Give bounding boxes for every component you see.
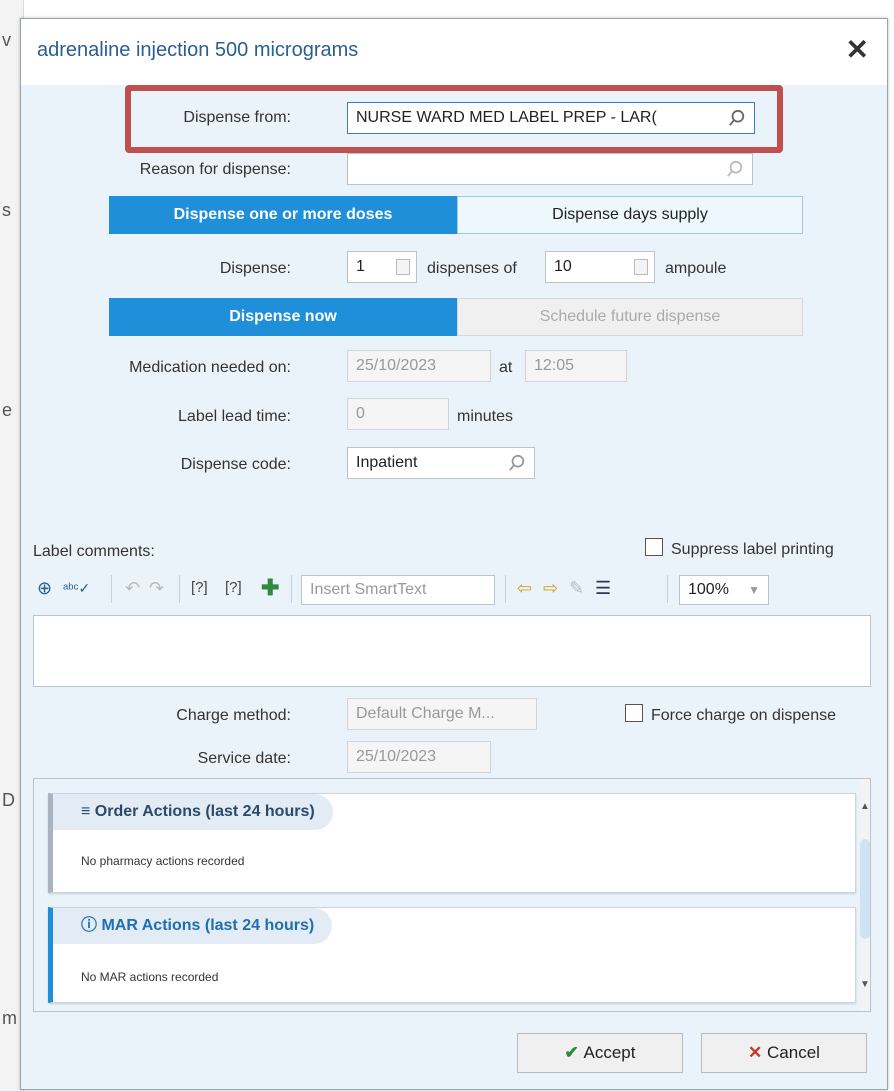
- mar-actions-empty: No MAR actions recorded: [81, 970, 219, 984]
- medication-needed-time[interactable]: 12:05: [525, 350, 627, 382]
- scrollbar[interactable]: ▲ ▼: [860, 779, 870, 1011]
- toolbar-separator: [179, 575, 180, 603]
- actions-panel: ≡ Order Actions (last 24 hours) No pharm…: [33, 778, 871, 1012]
- spell-check-icon[interactable]: ᵃᵇᶜ✓: [63, 571, 90, 605]
- close-icon[interactable]: ✕: [846, 36, 869, 64]
- dispense-dialog: adrenaline injection 500 micrograms ✕ Di…: [20, 18, 888, 1090]
- bg-fragment: e: [2, 400, 13, 420]
- smarttext-input[interactable]: Insert SmartText: [301, 575, 495, 605]
- service-date-label: Service date:: [197, 750, 291, 767]
- dispense-code-label: Dispense code:: [180, 456, 291, 473]
- search-icon[interactable]: [508, 454, 526, 472]
- help-list-icon[interactable]: [?]: [225, 571, 242, 605]
- redo-icon[interactable]: ↷: [149, 571, 164, 605]
- mar-actions-header: ⓘ MAR Actions (last 24 hours): [53, 908, 333, 944]
- arrow-left-icon[interactable]: ⇦: [517, 571, 532, 605]
- accept-button[interactable]: ✔ Accept: [517, 1033, 683, 1073]
- toolbar-separator: [111, 575, 112, 603]
- dispense-doses-tab[interactable]: Dispense one or more doses: [109, 196, 457, 234]
- dispense-quantity-field[interactable]: 10: [545, 251, 655, 283]
- bg-fragment: D: [2, 790, 15, 810]
- dialog-title: adrenaline injection 500 micrograms: [37, 39, 359, 61]
- help-box-icon[interactable]: [?]: [191, 571, 208, 605]
- unit-label: ampoule: [665, 260, 727, 277]
- order-actions-title: Order Actions (last 24 hours): [94, 803, 315, 820]
- dispenses-of-label: dispenses of: [427, 260, 517, 277]
- scrollbar-thumb[interactable]: [860, 839, 870, 939]
- bg-fragment: v: [2, 30, 11, 50]
- bg-fragment: s: [2, 200, 11, 220]
- dispense-quantity-value: 10: [554, 258, 572, 275]
- cancel-label: Cancel: [767, 1043, 820, 1062]
- zoom-value: 100%: [688, 581, 729, 598]
- charge-method-field[interactable]: Default Charge M...: [347, 698, 537, 730]
- list-icon: ≡: [81, 803, 95, 820]
- search-icon[interactable]: [726, 160, 744, 178]
- service-date-field[interactable]: 25/10/2023: [347, 741, 491, 773]
- schedule-future-dispense-tab[interactable]: Schedule future dispense: [457, 298, 803, 336]
- add-icon[interactable]: ✚: [261, 571, 279, 605]
- toolbar-separator: [667, 575, 668, 603]
- medication-needed-date[interactable]: 25/10/2023: [347, 350, 491, 382]
- zoom-in-icon[interactable]: ⊕: [37, 571, 52, 605]
- scroll-up-icon[interactable]: ▲: [860, 801, 870, 812]
- chevron-down-icon[interactable]: ▼: [748, 576, 760, 604]
- order-actions-header: ≡ Order Actions (last 24 hours): [53, 794, 333, 830]
- spinner-icon[interactable]: [634, 259, 648, 275]
- mar-actions-card: ⓘ MAR Actions (last 24 hours) No MAR act…: [48, 907, 856, 1003]
- clear-icon[interactable]: ✎: [569, 571, 584, 605]
- zoom-select[interactable]: 100% ▼: [679, 575, 769, 605]
- force-charge-label: Force charge on dispense: [651, 707, 836, 724]
- toolbar-separator: [291, 575, 292, 603]
- accept-label: Accept: [583, 1043, 636, 1062]
- label-lead-time-field[interactable]: 0: [347, 398, 449, 430]
- mar-actions-title: MAR Actions (last 24 hours): [101, 917, 315, 934]
- reason-label-text: Reason for dispense:: [139, 161, 291, 178]
- dispense-code-field[interactable]: Inpatient: [347, 447, 535, 479]
- highlight-box: [125, 85, 783, 153]
- scroll-down-icon[interactable]: ▼: [860, 979, 870, 990]
- medication-needed-label: Medication needed on:: [129, 359, 291, 376]
- dispense-count-field[interactable]: 1: [347, 251, 417, 283]
- label-lead-time-label: Label lead time:: [178, 408, 291, 425]
- insert-list-icon[interactable]: ☰: [595, 571, 611, 605]
- reason-field[interactable]: [347, 153, 753, 185]
- dispense-label: Dispense:: [219, 260, 291, 277]
- dispense-code-value: Inpatient: [356, 454, 418, 471]
- force-charge-checkbox[interactable]: [625, 704, 643, 722]
- smarttext-placeholder: Insert SmartText: [310, 581, 427, 598]
- x-icon: ✕: [748, 1043, 768, 1062]
- dispense-days-supply-tab[interactable]: Dispense days supply: [457, 196, 803, 234]
- minutes-label: minutes: [457, 408, 514, 425]
- suppress-label-checkbox[interactable]: [645, 538, 663, 556]
- suppress-label-text: Suppress label printing: [671, 541, 834, 558]
- dispense-now-tab[interactable]: Dispense now: [109, 298, 457, 336]
- label-comments-textarea[interactable]: [33, 615, 871, 687]
- help-icon: ⓘ: [81, 917, 102, 934]
- at-label: at: [499, 359, 513, 376]
- cancel-button[interactable]: ✕ Cancel: [701, 1033, 867, 1073]
- order-actions-card: ≡ Order Actions (last 24 hours) No pharm…: [48, 793, 856, 893]
- arrow-right-icon[interactable]: ⇨: [543, 571, 558, 605]
- label-comments-label: Label comments:: [33, 543, 155, 560]
- undo-icon[interactable]: ↶: [125, 571, 140, 605]
- bg-fragment: m: [2, 1008, 17, 1028]
- reason-label: Reason for dispense:: [51, 161, 291, 179]
- toolbar-separator: [505, 575, 506, 603]
- charge-method-label: Charge method:: [176, 707, 291, 724]
- check-icon: ✔: [564, 1043, 584, 1062]
- spinner-icon[interactable]: [396, 259, 410, 275]
- dispense-count-value: 1: [356, 258, 365, 275]
- title-bar: adrenaline injection 500 micrograms ✕: [21, 19, 887, 85]
- order-actions-empty: No pharmacy actions recorded: [81, 854, 245, 868]
